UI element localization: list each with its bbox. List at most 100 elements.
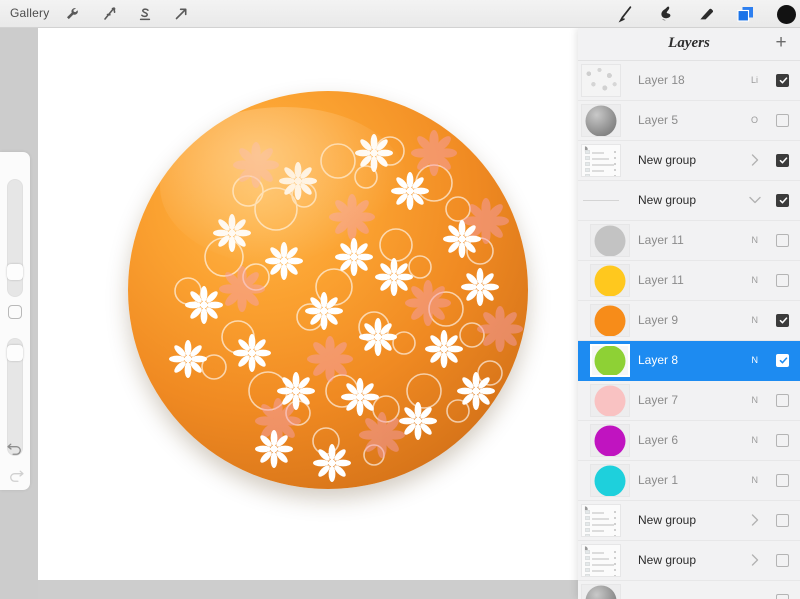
paint-brush-icon[interactable]	[614, 3, 638, 25]
layer-name: Layer 8	[638, 353, 679, 367]
thumbnail-block	[585, 150, 590, 154]
blend-mode-label[interactable]: N	[752, 395, 759, 405]
layer-row[interactable]: Layer 7 N	[578, 381, 800, 421]
layer-row[interactable]	[578, 581, 800, 599]
top-toolbar: Gallery	[0, 0, 800, 28]
thumbnail-block	[585, 528, 590, 532]
layer-visibility-checkbox[interactable]	[776, 354, 789, 367]
drawing-canvas[interactable]	[38, 28, 580, 580]
blend-mode-label[interactable]: N	[752, 475, 759, 485]
redo-button[interactable]	[6, 467, 25, 483]
brush-size-knob[interactable]	[7, 264, 23, 280]
layer-row[interactable]: Layer 9 N	[578, 301, 800, 341]
layer-visibility-checkbox[interactable]	[776, 194, 789, 207]
layer-thumbnail[interactable]	[581, 104, 621, 137]
thumbnail-line	[583, 200, 619, 201]
blend-mode-label[interactable]: N	[752, 275, 759, 285]
layer-group-row[interactable]: New group	[578, 181, 800, 221]
thumbnail-color-disc	[594, 346, 626, 375]
layer-name: Layer 11	[638, 233, 684, 247]
layer-visibility-checkbox[interactable]	[776, 114, 789, 127]
layer-row[interactable]: Layer 11 N	[578, 261, 800, 301]
layer-thumbnail[interactable]	[590, 464, 630, 497]
layer-thumbnail[interactable]	[590, 264, 630, 297]
flower-pattern	[169, 130, 523, 482]
layer-visibility-checkbox[interactable]	[776, 234, 789, 247]
layer-thumbnail[interactable]	[581, 144, 621, 177]
layer-visibility-checkbox[interactable]	[776, 154, 789, 167]
layer-group-row[interactable]: New group	[578, 141, 800, 181]
thumbnail-pattern	[582, 65, 620, 96]
blend-mode-label[interactable]: Li	[751, 75, 758, 85]
group-right-chevron-icon[interactable]	[748, 153, 762, 167]
opacity-knob[interactable]	[7, 345, 23, 361]
layer-thumbnail[interactable]	[590, 424, 630, 457]
layers-icon[interactable]	[734, 4, 756, 24]
left-tool-strip	[0, 28, 38, 599]
check-icon	[779, 317, 788, 324]
layer-thumbnail[interactable]	[581, 64, 621, 97]
thumbnail-block	[585, 568, 590, 572]
layer-visibility-checkbox[interactable]	[776, 394, 789, 407]
add-layer-button[interactable]: +	[772, 33, 790, 52]
group-right-chevron-icon[interactable]	[748, 553, 762, 567]
layer-group-row[interactable]: New group	[578, 501, 800, 541]
artwork-sphere	[128, 91, 528, 489]
blend-mode-label[interactable]: N	[752, 235, 759, 245]
layer-visibility-checkbox[interactable]	[776, 594, 789, 599]
thumbnail-bar	[592, 576, 609, 577]
layer-thumbnail[interactable]	[581, 544, 621, 577]
selection-s-icon[interactable]	[134, 3, 156, 25]
layer-thumbnail[interactable]	[590, 304, 630, 337]
gallery-button[interactable]: Gallery	[10, 6, 49, 20]
layer-list: Layer 18 Li Layer 5 O New group New group Laye…	[578, 61, 800, 599]
layers-panel-header: Layers +	[578, 28, 800, 61]
color-swatch-button[interactable]	[777, 5, 796, 24]
layer-row[interactable]: Layer 18 Li	[578, 61, 800, 101]
undo-button[interactable]	[6, 440, 25, 456]
thumbnail-block	[585, 522, 590, 526]
transform-arrow-icon[interactable]	[170, 3, 192, 25]
blend-mode-label[interactable]: O	[751, 115, 758, 125]
group-down-chevron-icon[interactable]	[748, 193, 762, 207]
layer-name: Layer 1	[638, 473, 679, 487]
layer-row[interactable]: Layer 8 N	[578, 341, 800, 381]
thumbnail-dot	[614, 563, 616, 565]
layer-visibility-checkbox[interactable]	[776, 554, 789, 567]
thumbnail-bar	[592, 170, 604, 172]
modify-button[interactable]	[8, 305, 22, 319]
layer-visibility-checkbox[interactable]	[776, 514, 789, 527]
adjustments-wrench-icon[interactable]	[62, 3, 84, 25]
blend-mode-label[interactable]: N	[752, 355, 759, 365]
blend-mode-label[interactable]: N	[752, 435, 759, 445]
layer-row[interactable]: Layer 11 N	[578, 221, 800, 261]
layer-row[interactable]: Layer 1 N	[578, 461, 800, 501]
layer-row[interactable]: Layer 5 O	[578, 101, 800, 141]
thumbnail-sphere	[585, 105, 617, 136]
thumbnail-dot	[614, 517, 616, 519]
layer-thumbnail[interactable]	[581, 504, 621, 537]
smudge-wand-icon[interactable]	[98, 3, 120, 25]
brush-size-slider[interactable]	[7, 179, 23, 297]
layer-thumbnail[interactable]	[581, 584, 621, 599]
layer-thumbnail[interactable]	[590, 344, 630, 377]
layer-name: New group	[638, 513, 697, 527]
layer-visibility-checkbox[interactable]	[776, 74, 789, 87]
check-icon	[779, 197, 788, 204]
layer-thumbnail[interactable]	[590, 384, 630, 417]
layer-visibility-checkbox[interactable]	[776, 474, 789, 487]
group-right-chevron-icon[interactable]	[748, 513, 762, 527]
layer-visibility-checkbox[interactable]	[776, 434, 789, 447]
eraser-icon[interactable]	[694, 3, 718, 25]
layer-group-row[interactable]: New group	[578, 541, 800, 581]
layer-row[interactable]: Layer 6 N	[578, 421, 800, 461]
smudge-icon[interactable]	[654, 3, 678, 25]
blend-mode-label[interactable]: N	[752, 315, 759, 325]
layer-visibility-checkbox[interactable]	[776, 314, 789, 327]
layer-visibility-checkbox[interactable]	[776, 274, 789, 287]
thumbnail-bar	[592, 552, 604, 554]
opacity-slider[interactable]	[7, 338, 23, 456]
layer-thumbnail[interactable]	[581, 184, 621, 217]
layer-thumbnail[interactable]	[590, 224, 630, 257]
layer-name: Layer 9	[638, 313, 679, 327]
